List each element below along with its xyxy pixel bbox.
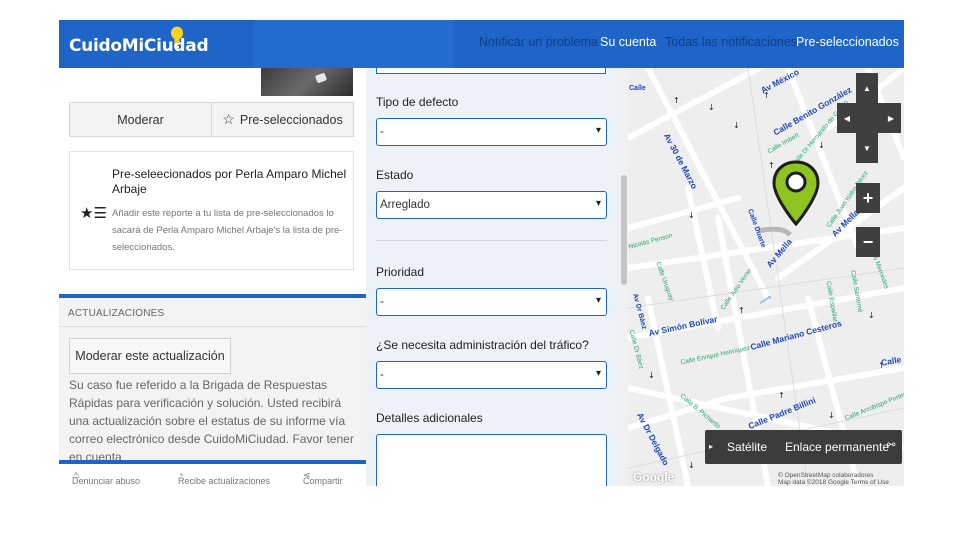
traffic-select[interactable]: - xyxy=(376,361,607,389)
svg-text:↓: ↓ xyxy=(733,121,740,130)
top-header: CuidoMiCiudad Notificar un problema Su c… xyxy=(59,20,904,68)
defect-type-select[interactable]: - xyxy=(376,118,607,146)
lightbulb-icon xyxy=(171,26,183,48)
form-scrollbar[interactable] xyxy=(620,68,628,486)
svg-text:↓: ↓ xyxy=(688,211,695,220)
svg-text:↑: ↑ xyxy=(673,96,680,105)
previous-field[interactable] xyxy=(376,68,606,74)
details-label: Detalles adicionales xyxy=(376,411,483,425)
updates-panel: ACTUALIZACIONES Moderar este actualizaci… xyxy=(59,298,366,486)
pan-up-icon[interactable]: ▲ xyxy=(856,73,878,103)
svg-text:↑: ↑ xyxy=(738,306,745,315)
update-text: Su caso fue referido a la Brigada de Res… xyxy=(69,378,354,464)
star-icon: ☆ xyxy=(222,111,235,127)
report-photo[interactable] xyxy=(261,68,353,96)
svg-text:↓: ↓ xyxy=(648,371,655,380)
app-frame: CuidoMiCiudad Notificar un problema Su c… xyxy=(59,20,904,486)
svg-text:↓: ↓ xyxy=(688,461,695,470)
star-list-icon: ★☰ xyxy=(80,205,107,222)
zoom-in-icon[interactable]: + xyxy=(856,183,880,213)
updates-heading: ACTUALIZACIONES xyxy=(68,308,165,319)
map-pan-control: ▲ ◀ ▶ ▼ xyxy=(837,73,901,163)
report-sidebar: Moderar ☆ Pre-seleccionados ★☰ Pre-seleec… xyxy=(59,68,366,486)
nav-preselected[interactable]: Pre-seleccionados xyxy=(796,35,899,49)
svg-text:↑: ↑ xyxy=(778,391,785,400)
defect-type-label: Tipo de defecto xyxy=(376,95,459,109)
state-select[interactable]: Arreglado xyxy=(376,191,607,219)
traffic-label: ¿Se necesita administración del tráfico? xyxy=(376,338,589,352)
svg-text:↓: ↓ xyxy=(818,141,825,150)
pan-left-icon[interactable]: ◀ xyxy=(839,109,855,127)
nav-report-problem[interactable]: Notificar un problema xyxy=(479,35,598,49)
map-attribution: © OpenStreetMap colaboradores Map data ©… xyxy=(778,472,889,486)
permalink-button[interactable]: Enlace permanente xyxy=(785,440,889,454)
subscribe-updates-link[interactable]: Recibe actualizaciones ◔ xyxy=(178,470,270,486)
pan-right-icon[interactable]: ▶ xyxy=(883,109,899,127)
priority-label: Prioridad xyxy=(376,265,425,279)
pan-down-icon[interactable]: ▼ xyxy=(856,133,878,163)
details-textarea[interactable] xyxy=(376,434,607,486)
preselect-info-box: ★☰ Pre-seleecionados por Perla Amparo Mi… xyxy=(69,151,354,270)
action-buttons: Moderar ☆ Pre-seleccionados xyxy=(69,102,354,137)
svg-text:↓: ↓ xyxy=(868,311,875,320)
state-label: Estado xyxy=(376,168,414,182)
share-link[interactable]: Compartir ⋖ xyxy=(303,470,343,486)
map-view[interactable]: ↑↓↓↑ ↓↑↓↑ ↓↑↓↑ ↓↑↓↑ Av México Calle Beni… xyxy=(628,68,904,486)
location-pin-icon[interactable] xyxy=(771,160,821,226)
map-zoom-control: + − xyxy=(856,183,880,257)
preselect-description: Añadir este reporte a tu lista de pre-se… xyxy=(112,208,343,253)
chevron-right-icon[interactable]: ▸ xyxy=(709,442,713,451)
svg-text:↓: ↓ xyxy=(708,103,715,112)
report-abuse-link[interactable]: Denunciar abuso ⚠ xyxy=(72,470,140,486)
report-footer: Denunciar abuso ⚠ Recibe actualizaciones… xyxy=(59,464,366,486)
link-icon: ⚯ xyxy=(887,440,896,451)
moderation-form: Tipo de defecto - Estado Arreglado Prior… xyxy=(366,68,620,486)
moderate-update-button[interactable]: Moderar este actualización xyxy=(69,338,231,374)
preselect-button[interactable]: ☆ Pre-seleccionados xyxy=(211,103,353,136)
site-logo[interactable]: CuidoMiCiudad xyxy=(69,36,209,56)
svg-text:↓: ↓ xyxy=(828,411,835,420)
google-logo: Google xyxy=(633,470,675,484)
moderate-button[interactable]: Moderar xyxy=(70,103,211,136)
preselect-title: Pre-seleecionados por Perla Amparo Miche… xyxy=(112,167,347,196)
map-layer-bar: ▸ Satélite Enlace permanente ⚯ xyxy=(705,430,902,464)
scroll-thumb[interactable] xyxy=(621,175,627,285)
nav-all-notifications[interactable]: Todas las notificaciones xyxy=(665,35,797,49)
zoom-out-icon[interactable]: − xyxy=(856,227,880,257)
priority-select[interactable]: - xyxy=(376,288,607,316)
nav-account[interactable]: Su cuenta xyxy=(600,35,656,49)
satellite-button[interactable]: Satélite xyxy=(727,440,767,454)
